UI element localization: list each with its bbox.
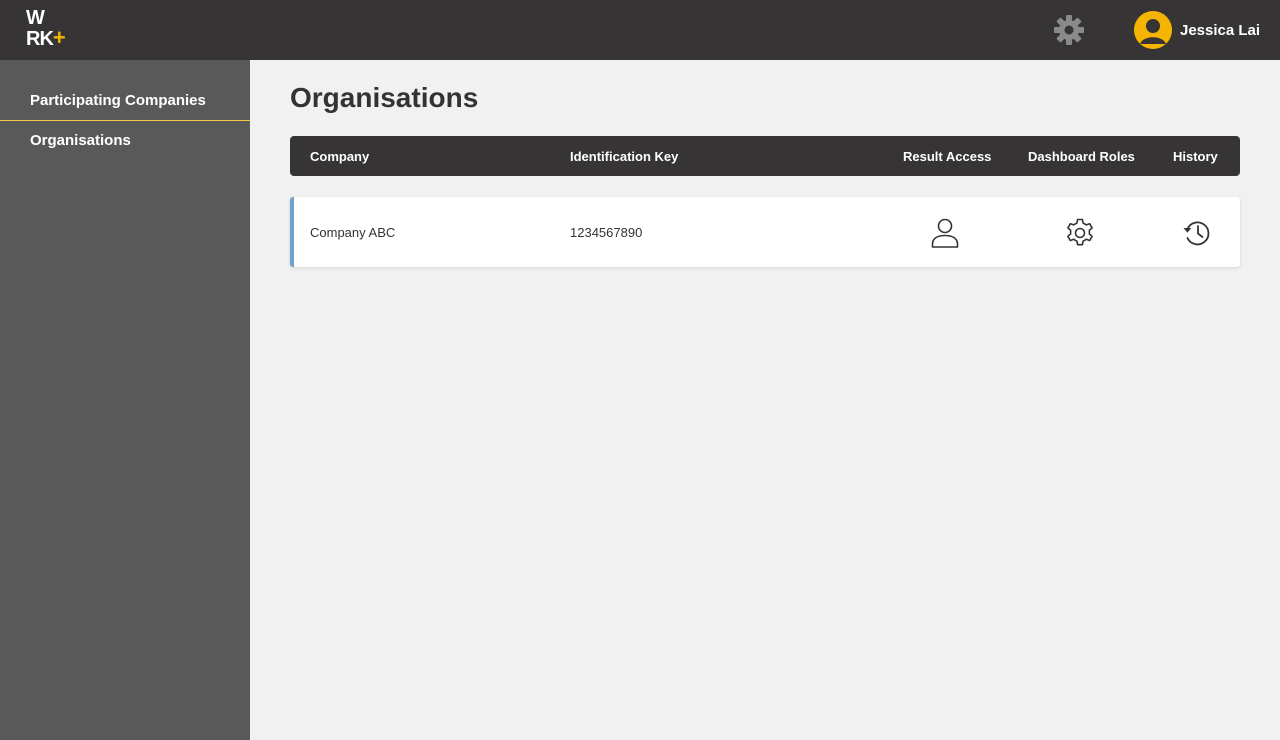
main-content: Organisations Company Identification Key… — [250, 60, 1280, 740]
identification-key: 1234567890 — [570, 225, 643, 240]
column-header-history: History — [1173, 149, 1218, 164]
table-header: Company Identification Key Result Access… — [290, 136, 1240, 176]
column-header-company: Company — [310, 149, 370, 164]
column-header-result-access: Result Access — [903, 149, 992, 164]
column-header-dashboard-roles: Dashboard Roles — [1028, 149, 1135, 164]
column-header-identification-key: Identification Key — [570, 149, 679, 164]
table-row[interactable]: Company ABC 1234567890 — [290, 197, 1240, 267]
sidebar: Participating Companies Organisations — [0, 60, 250, 740]
sidebar-item-organisations[interactable]: Organisations — [0, 122, 250, 162]
logo-line-2: RK+ — [26, 25, 66, 50]
settings-gear-icon[interactable] — [1053, 14, 1085, 46]
dashboard-roles-gear-icon[interactable] — [1063, 216, 1097, 250]
user-menu[interactable]: Jessica Lai — [1134, 11, 1260, 49]
logo-plus: + — [52, 25, 66, 50]
page-title: Organisations — [290, 82, 479, 113]
logo[interactable]: W RK+ — [26, 8, 78, 53]
top-bar: W RK+ Jessica Lai — [0, 0, 1280, 60]
result-access-user-icon[interactable] — [928, 216, 962, 250]
history-icon[interactable] — [1180, 216, 1214, 250]
company-name: Company ABC — [310, 225, 396, 240]
user-name: Jessica Lai — [1180, 21, 1261, 39]
user-avatar-icon — [1134, 11, 1172, 49]
sidebar-item-participating-companies[interactable]: Participating Companies — [0, 82, 250, 121]
